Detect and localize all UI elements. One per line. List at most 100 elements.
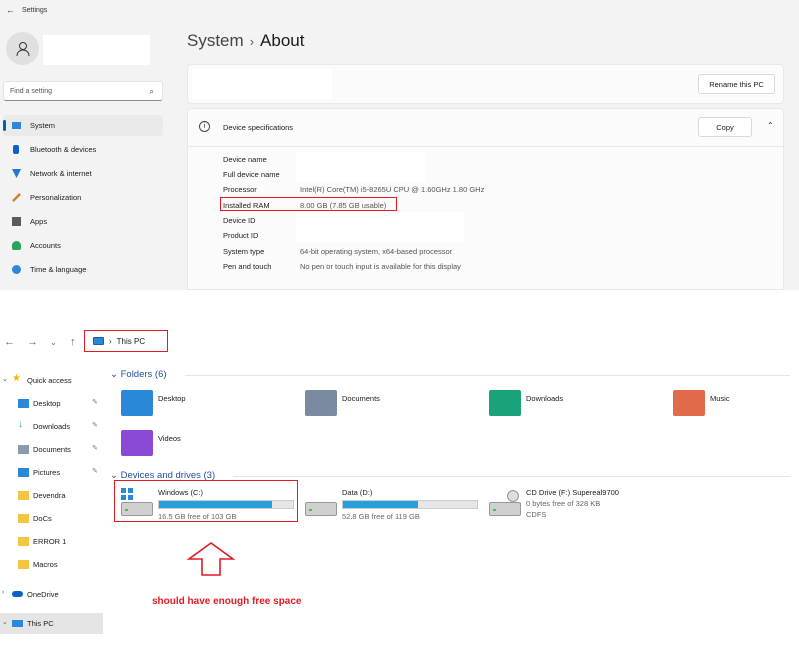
folder-desktop[interactable]: Desktop	[121, 390, 291, 426]
pin-icon[interactable]: ✎	[92, 467, 98, 475]
spec-value: 64-bit operating system, x64-based proce…	[300, 247, 453, 256]
folders-section-header[interactable]: ⌄ Folders (6)	[110, 369, 790, 383]
drive-name: Data (D:)	[342, 488, 373, 497]
address-separator: ›	[109, 336, 112, 346]
annotation-text: should have enough free space	[152, 596, 302, 607]
breadcrumb-current: About	[260, 31, 305, 50]
back-arrow-icon[interactable]: ←	[6, 5, 15, 15]
pc-name-card: Rename this PC	[187, 64, 784, 104]
cd-disc-icon	[507, 490, 519, 502]
sidebar-item-docs[interactable]: DoCs	[0, 508, 103, 529]
redacted-username	[43, 35, 150, 65]
nav-item-network[interactable]: Network & internet	[3, 163, 163, 184]
info-icon: i	[199, 121, 210, 132]
spec-key: Processor	[223, 185, 257, 194]
nav-item-apps[interactable]: Apps	[3, 211, 163, 232]
spec-key: Device name	[223, 155, 267, 164]
file-explorer-window: ← → ⌄ ↑ › This PC ⌄ ★ Quick access Deskt…	[0, 290, 799, 645]
specs-header[interactable]: i Device specifications Copy ⌃	[188, 109, 783, 147]
redacted-device-name	[296, 152, 426, 182]
system-icon	[12, 122, 21, 129]
documents-folder-icon	[305, 390, 337, 416]
settings-titlebar: ← Settings	[0, 0, 799, 22]
nav-label: Bluetooth & devices	[30, 145, 97, 154]
nav-label: Personalization	[30, 193, 82, 202]
drive-filesystem: CDFS	[526, 510, 547, 519]
sidebar-item-this-pc[interactable]: ⌄ This PC	[0, 613, 103, 634]
drive-free-space: 0 bytes free of 328 KB	[526, 499, 601, 508]
folder-music[interactable]: Music	[673, 390, 783, 426]
sidebar-item-error-1[interactable]: ERROR 1	[0, 531, 103, 552]
sidebar-label: This PC	[27, 619, 54, 628]
folder-videos[interactable]: Videos	[121, 430, 291, 466]
rename-pc-button[interactable]: Rename this PC	[698, 74, 775, 94]
folder-label: Documents	[342, 394, 380, 403]
nav-item-accounts[interactable]: Accounts	[3, 235, 163, 256]
sidebar-label: Documents	[33, 445, 71, 454]
pin-icon[interactable]: ✎	[92, 398, 98, 406]
search-input[interactable]: Find a setting ⌕	[3, 81, 163, 101]
breadcrumb-parent[interactable]: System	[187, 31, 244, 50]
sidebar-item-devendra[interactable]: Devendra	[0, 485, 103, 506]
pin-icon[interactable]: ✎	[92, 421, 98, 429]
sidebar-label: Pictures	[33, 468, 61, 477]
bluetooth-icon	[13, 145, 19, 154]
sidebar-item-documents[interactable]: Documents ✎	[0, 439, 103, 460]
search-placeholder: Find a setting	[10, 88, 53, 95]
folder-label: Videos	[158, 434, 181, 443]
drive-d[interactable]: Data (D:) 52.8 GB free of 119 GB	[305, 488, 480, 524]
sidebar-item-desktop[interactable]: Desktop ✎	[0, 393, 103, 414]
section-divider	[233, 476, 790, 477]
collapse-chevron-icon[interactable]: ⌄	[110, 369, 118, 380]
forward-arrow-icon[interactable]: →	[27, 336, 38, 348]
window-title: Settings	[22, 7, 48, 14]
folder-label: Downloads	[526, 394, 564, 403]
nav-item-time-language[interactable]: Time & language	[3, 259, 163, 280]
sidebar-label: Devendra	[33, 491, 66, 500]
sidebar-label: Downloads	[33, 422, 71, 431]
pin-icon[interactable]: ✎	[92, 444, 98, 452]
sidebar-label: ERROR 1	[33, 537, 67, 546]
recent-chevron-icon[interactable]: ⌄	[50, 338, 57, 347]
copy-button[interactable]: Copy	[698, 117, 752, 137]
nav-label: Network & internet	[30, 169, 92, 178]
back-arrow-icon[interactable]: ←	[4, 336, 15, 348]
nav-item-personalization[interactable]: Personalization	[3, 187, 163, 208]
sidebar-item-onedrive[interactable]: › OneDrive	[0, 584, 103, 605]
sidebar-label: Quick access	[27, 376, 72, 385]
page-title: System › About	[187, 31, 304, 51]
folder-documents[interactable]: Documents	[305, 390, 475, 426]
address-bar[interactable]: › This PC	[84, 330, 168, 352]
sidebar-item-downloads[interactable]: ↓ Downloads ✎	[0, 416, 103, 437]
nav-item-system[interactable]: System	[3, 115, 163, 136]
spec-key: Full device name	[223, 170, 280, 179]
this-pc-icon	[12, 620, 23, 627]
nav-label: System	[30, 121, 56, 130]
drive-usage-fill	[343, 501, 419, 508]
user-avatar[interactable]	[6, 32, 39, 65]
sidebar-label: Desktop	[33, 399, 61, 408]
spec-key: Pen and touch	[223, 262, 272, 271]
expand-chevron-icon[interactable]: ⌄	[2, 375, 8, 383]
spec-key: Product ID	[223, 231, 259, 240]
downloads-folder-icon	[489, 390, 521, 416]
expand-chevron-icon[interactable]: ⌄	[2, 618, 8, 626]
nav-item-bluetooth[interactable]: Bluetooth & devices	[3, 139, 163, 160]
nav-label: Apps	[30, 217, 48, 226]
folder-icon	[18, 514, 29, 523]
sidebar-item-macros[interactable]: Macros	[0, 554, 103, 575]
user-icon	[16, 41, 29, 56]
drive-f-cd[interactable]: CD Drive (F:) Supereal9700 0 bytes free …	[489, 488, 659, 524]
apps-icon	[12, 217, 21, 226]
sidebar-item-quick-access[interactable]: ⌄ ★ Quick access	[0, 370, 103, 391]
chevron-up-icon[interactable]: ⌃	[767, 121, 774, 130]
sidebar-item-pictures[interactable]: Pictures ✎	[0, 462, 103, 483]
folder-downloads[interactable]: Downloads	[489, 390, 659, 426]
active-indicator	[3, 120, 6, 131]
expand-chevron-icon[interactable]: ›	[2, 589, 4, 596]
specs-title: Device specifications	[223, 123, 294, 132]
device-specifications-card: i Device specifications Copy ⌃ Device na…	[187, 108, 784, 290]
up-arrow-icon[interactable]: ↑	[70, 336, 76, 348]
drive-name: CD Drive (F:) Supereal9700	[526, 488, 619, 497]
drive-usage-bar	[342, 500, 478, 509]
